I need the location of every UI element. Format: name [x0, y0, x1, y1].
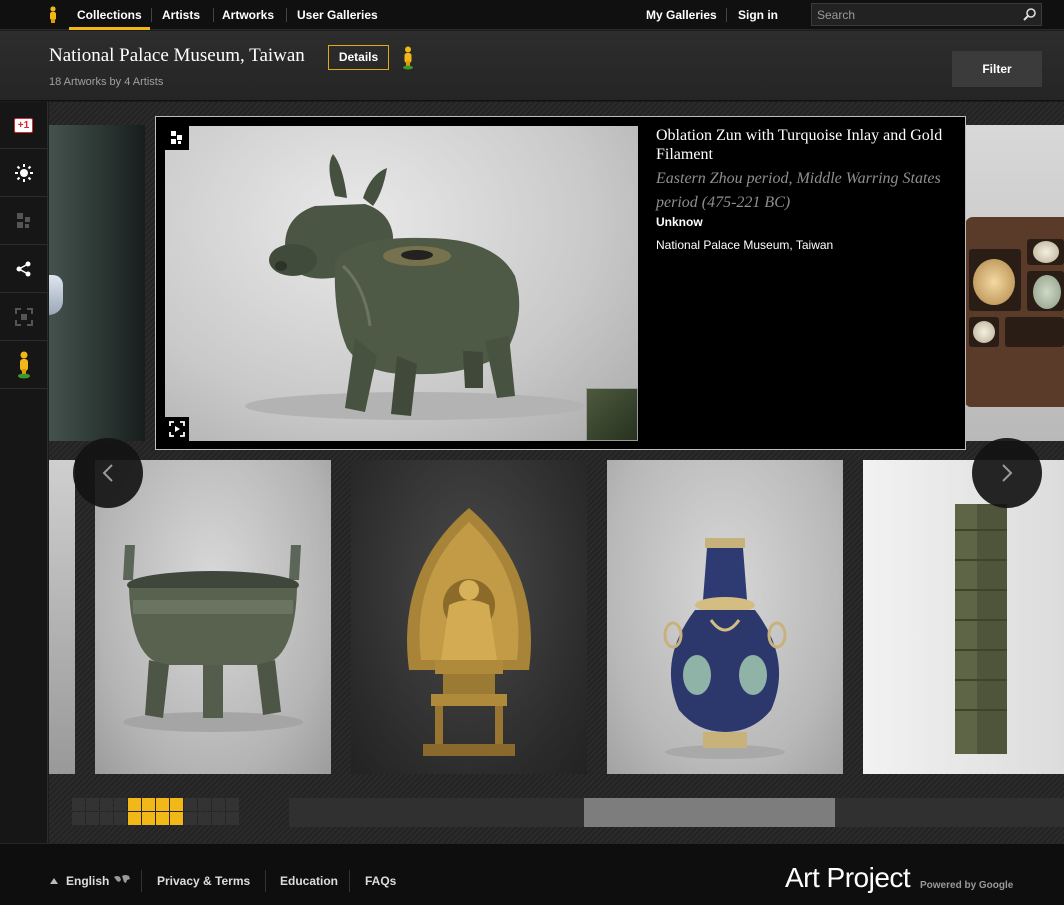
- caret-up-icon: [50, 878, 58, 884]
- powered-by-google: Powered by Google: [920, 880, 1014, 891]
- street-view-button[interactable]: [0, 342, 47, 389]
- brightness-icon: [14, 164, 33, 182]
- qr-code-icon: [16, 213, 30, 228]
- art-project-logo[interactable]: Art Project: [785, 862, 911, 894]
- search-input[interactable]: [812, 4, 1012, 25]
- artwork-thumbnail[interactable]: [607, 460, 843, 774]
- chevron-left-icon: [102, 464, 113, 482]
- education-link[interactable]: Education: [280, 874, 338, 888]
- tab-collections[interactable]: Collections: [69, 0, 150, 30]
- tool-sidebar: +1: [0, 102, 48, 843]
- footer-divider: [265, 870, 266, 892]
- qr-code-icon: [171, 131, 182, 144]
- artwork-thumbnail[interactable]: [49, 460, 75, 774]
- page-footer: English Privacy & Terms Education FAQs A…: [0, 843, 1064, 905]
- my-galleries-link[interactable]: My Galleries: [646, 0, 717, 30]
- collection-header: National Palace Museum, Taiwan Details 1…: [0, 31, 1064, 101]
- nav-divider: [151, 8, 152, 22]
- footer-divider: [141, 870, 142, 892]
- view-fullscreen-button[interactable]: [165, 417, 189, 441]
- artwork-detail-popup: Oblation Zun with Turquoise Inlay and Go…: [155, 116, 966, 450]
- fullscreen-icon: [14, 308, 33, 326]
- language-selector[interactable]: English: [66, 874, 109, 888]
- tab-user-galleries[interactable]: User Galleries: [289, 0, 386, 30]
- zoom-preview-thumbnail[interactable]: [586, 388, 638, 441]
- share-button[interactable]: [0, 246, 47, 293]
- faqs-link[interactable]: FAQs: [365, 874, 396, 888]
- collection-count: 18 Artworks by 4 Artists: [49, 76, 164, 88]
- expand-view-icon: [169, 421, 185, 437]
- privacy-terms-link[interactable]: Privacy & Terms: [157, 874, 250, 888]
- artwork-thumbnail[interactable]: [863, 460, 1064, 774]
- artwork-thumbnail[interactable]: [351, 460, 587, 774]
- pegman-logo-icon[interactable]: [47, 6, 59, 24]
- top-navigation: Collections Artists Artworks User Galler…: [0, 0, 1064, 30]
- share-icon: [16, 261, 30, 277]
- filter-button[interactable]: Filter: [952, 51, 1042, 87]
- gallery-minimap[interactable]: [72, 798, 240, 825]
- search-box: [811, 3, 1042, 26]
- artwork-owner[interactable]: National Palace Museum, Taiwan: [656, 238, 833, 252]
- brightness-button[interactable]: [0, 150, 47, 197]
- artwork-thumbnail[interactable]: [965, 125, 1064, 441]
- previous-button[interactable]: [73, 438, 143, 508]
- pegman-icon: [17, 351, 30, 379]
- blue-vase-image: [663, 538, 787, 759]
- oblation-zun-image: [245, 154, 585, 420]
- fullscreen-button[interactable]: [0, 294, 47, 341]
- tab-artworks[interactable]: Artworks: [214, 0, 282, 30]
- google-plus-one-icon: +1: [13, 117, 34, 133]
- gilt-buddha-image: [407, 508, 531, 756]
- chevron-right-icon: [1002, 464, 1013, 482]
- artwork-artist[interactable]: Unknow: [656, 215, 703, 229]
- page-title: National Palace Museum, Taiwan: [49, 45, 305, 66]
- scrollbar-thumb[interactable]: [584, 798, 835, 827]
- qr-code-button[interactable]: [0, 198, 47, 245]
- gallery-scrollbar[interactable]: [289, 798, 1064, 827]
- nav-divider: [726, 8, 727, 22]
- bronze-ding-image: [123, 545, 303, 732]
- search-icon[interactable]: [1022, 7, 1037, 22]
- footer-divider: [349, 870, 350, 892]
- artwork-title[interactable]: Oblation Zun with Turquoise Inlay and Go…: [656, 126, 946, 164]
- google-plus-one-button[interactable]: +1: [0, 102, 47, 149]
- sign-in-link[interactable]: Sign in: [738, 0, 778, 30]
- artwork-thumbnail[interactable]: [49, 125, 145, 441]
- jade-cong-image: [955, 504, 1007, 754]
- artwork-image: [49, 275, 63, 315]
- artwork-thumbnail[interactable]: [95, 460, 331, 774]
- artwork-image: [965, 217, 1064, 407]
- details-button[interactable]: Details: [328, 45, 389, 70]
- artwork-date: Eastern Zhou period, Middle Warring Stat…: [656, 170, 941, 211]
- nav-divider: [286, 8, 287, 22]
- next-button[interactable]: [972, 438, 1042, 508]
- artwork-image[interactable]: [165, 126, 638, 441]
- tab-artists[interactable]: Artists: [154, 0, 208, 30]
- street-view-pegman-icon[interactable]: [402, 46, 414, 70]
- qr-code-badge[interactable]: [165, 126, 189, 150]
- world-map-icon: [114, 875, 130, 883]
